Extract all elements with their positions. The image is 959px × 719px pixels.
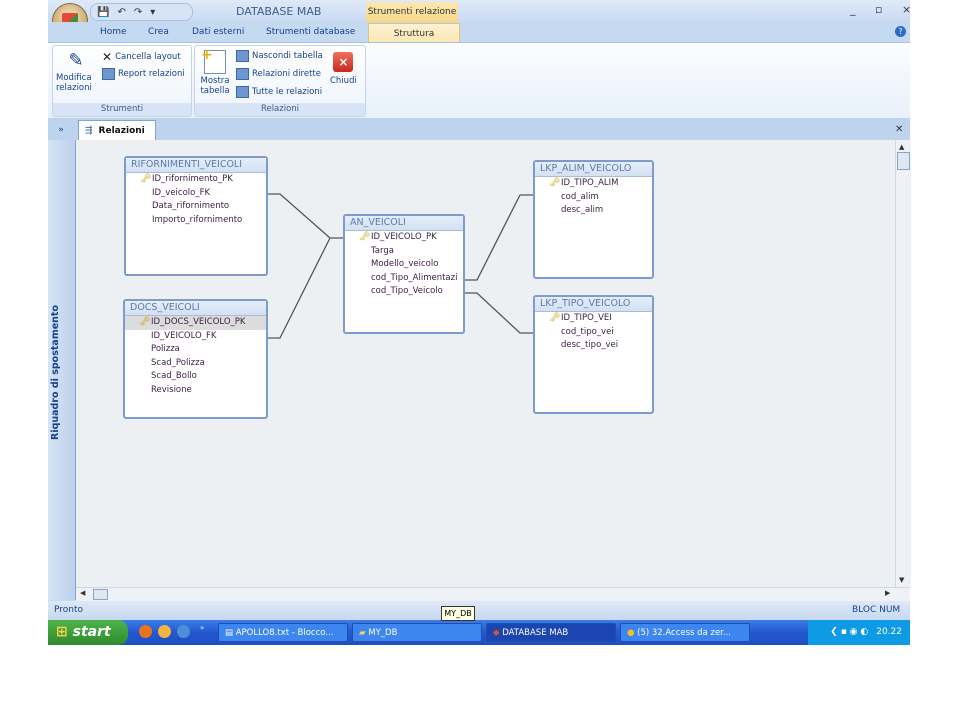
table-title[interactable]: DOCS_VEICOLI — [125, 301, 266, 316]
field-row[interactable]: cod_alim — [535, 191, 652, 205]
scroll-right-icon[interactable]: ▶ — [885, 589, 890, 597]
relationship-line — [464, 194, 533, 281]
field-row[interactable]: Scad_Polizza — [125, 357, 266, 371]
taskbar-item-chrome[interactable]: ● (5) 32.Access da zer... — [620, 623, 750, 642]
table-lkp-alim-veicolo[interactable]: LKP_ALIM_VEICOLO 🗝 ID_TIPO_ALIM cod_alim … — [533, 160, 654, 279]
key-icon: 🗝 — [549, 313, 561, 323]
field-row[interactable]: Scad_Bollo — [125, 370, 266, 384]
horizontal-scroll-thumb[interactable] — [93, 589, 108, 600]
notepad-icon: ▤ — [225, 628, 236, 638]
scroll-up-icon[interactable]: ▲ — [899, 143, 904, 151]
field-row[interactable]: cod_Tipo_Alimentazi — [345, 272, 463, 286]
key-icon: 🗝 — [549, 178, 561, 188]
field-row[interactable]: 🗝 ID_DOCS_VEICOLO_PK — [125, 316, 266, 330]
field-row[interactable]: cod_Tipo_Veicolo — [345, 285, 463, 299]
table-an-veicoli[interactable]: AN_VEICOLI 🗝 ID_VEICOLO_PK Targa Modello_… — [343, 214, 465, 334]
relationship-line — [464, 292, 533, 334]
field-row[interactable]: Importo_rifornimento — [126, 214, 266, 228]
field-name: ID_rifornimento_PK — [152, 174, 233, 184]
field-name: ID_DOCS_VEICOLO_PK — [151, 317, 246, 327]
field-row[interactable]: 🗝 ID_rifornimento_PK — [126, 173, 266, 187]
field-row[interactable]: cod_tipo_vei — [535, 326, 652, 340]
relationship-line — [267, 193, 343, 239]
ie-icon[interactable] — [177, 625, 190, 638]
key-icon: 🗝 — [140, 174, 152, 184]
scroll-left-icon[interactable]: ◀ — [80, 589, 85, 597]
field-row[interactable]: Polizza — [125, 343, 266, 357]
field-row[interactable]: Data_rifornimento — [126, 200, 266, 214]
field-row[interactable]: 🗝 ID_VEICOLO_PK — [345, 231, 463, 245]
field-row[interactable]: Modello_veicolo — [345, 258, 463, 272]
quicklaunch-more-icon[interactable]: » — [200, 624, 204, 632]
field-row[interactable]: Revisione — [125, 384, 266, 398]
tooltip: MY_DB — [441, 606, 475, 621]
taskbar-label: APOLLO8.txt - Blocco... — [235, 628, 334, 638]
taskbar-item-notepad[interactable]: ▤ APOLLO8.txt - Blocco... — [218, 623, 348, 642]
taskbar-label: DATABASE MAB — [502, 628, 569, 638]
field-row[interactable]: ID_VEICOLO_FK — [125, 330, 266, 344]
field-row[interactable]: ID_veicolo_FK — [126, 187, 266, 201]
access-icon: ◆ — [493, 628, 503, 638]
folder-icon: ▰ — [359, 628, 369, 638]
taskbar-item-database-mab[interactable]: ◆ DATABASE MAB — [486, 623, 616, 642]
start-label: start — [72, 624, 111, 640]
tray-icons[interactable]: ❮ ▪ ◉ ◐ — [830, 627, 868, 637]
key-icon: 🗝 — [359, 232, 371, 242]
firefox-icon[interactable] — [139, 625, 152, 638]
table-rifornimenti-veicoli[interactable]: RIFORNIMENTI_VEICOLI 🗝 ID_rifornimento_PK… — [124, 156, 268, 276]
field-row[interactable]: desc_alim — [535, 204, 652, 218]
field-name: ID_VEICOLO_PK — [371, 232, 437, 242]
clock[interactable]: 20.22 — [876, 627, 902, 637]
chrome-icon: ● — [627, 628, 638, 638]
horizontal-scrollbar[interactable] — [76, 587, 910, 601]
start-button[interactable]: ⊞ start — [48, 620, 128, 645]
vertical-scroll-thumb[interactable] — [897, 152, 910, 170]
field-row[interactable]: Targa — [345, 245, 463, 259]
table-title[interactable]: RIFORNIMENTI_VEICOLI — [126, 158, 266, 173]
field-row[interactable]: 🗝 ID_TIPO_ALIM — [535, 177, 652, 191]
field-name: ID_TIPO_VEI — [561, 313, 612, 323]
table-lkp-tipo-veicolo[interactable]: LKP_TIPO_VEICOLO 🗝 ID_TIPO_VEI cod_tipo_v… — [533, 295, 654, 414]
table-title[interactable]: LKP_ALIM_VEICOLO — [535, 162, 652, 177]
taskbar-item-my-db[interactable]: ▰ MY_DB — [352, 623, 482, 642]
num-lock-indicator: BLOC NUM — [852, 605, 901, 615]
system-tray: ❮ ▪ ◉ ◐ 20.22 — [808, 620, 910, 645]
field-row[interactable]: 🗝 ID_TIPO_VEI — [535, 312, 652, 326]
taskbar-label: (5) 32.Access da zer... — [637, 628, 732, 638]
vertical-scrollbar[interactable] — [895, 140, 911, 587]
status-bar — [48, 601, 910, 620]
quicklaunch-icon[interactable] — [158, 625, 171, 638]
key-icon: 🗝 — [139, 317, 151, 327]
field-row[interactable]: desc_tipo_vei — [535, 339, 652, 353]
relationship-line — [267, 237, 331, 339]
table-title[interactable]: AN_VEICOLI — [345, 216, 463, 231]
table-title[interactable]: LKP_TIPO_VEICOLO — [535, 297, 652, 312]
status-text: Pronto — [54, 605, 84, 615]
scroll-down-icon[interactable]: ▼ — [899, 576, 904, 584]
field-name: ID_TIPO_ALIM — [561, 178, 619, 188]
windows-logo-icon: ⊞ — [56, 624, 73, 640]
taskbar-label: MY_DB — [368, 628, 398, 638]
table-docs-veicoli[interactable]: DOCS_VEICOLI 🗝 ID_DOCS_VEICOLO_PK ID_VEIC… — [123, 299, 268, 419]
